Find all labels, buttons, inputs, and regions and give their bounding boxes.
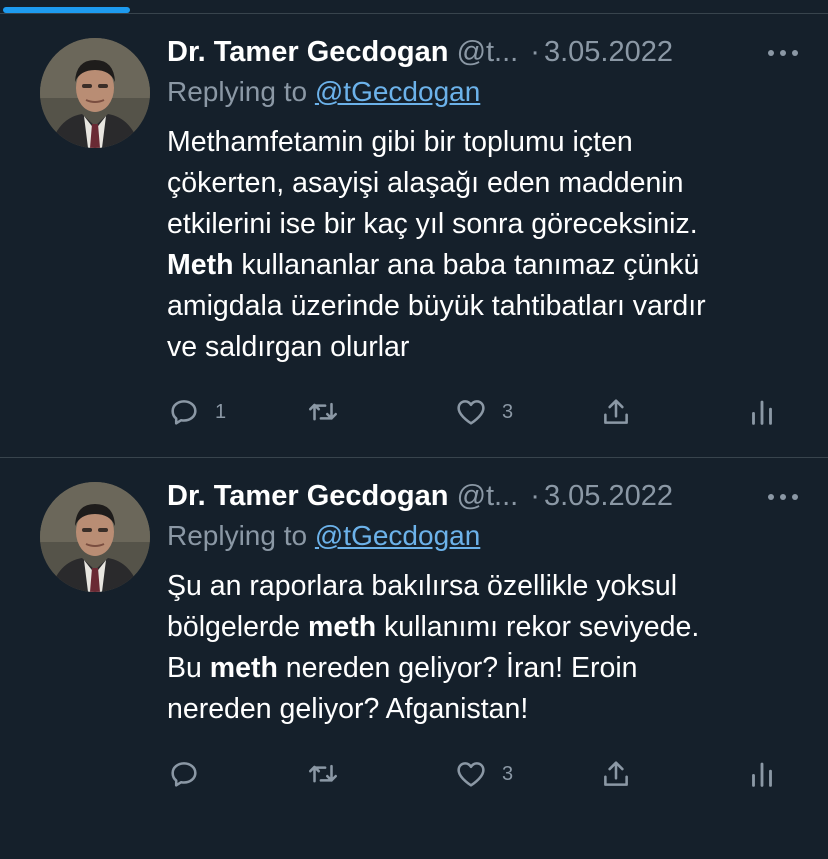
tweet-text-segment: kullananlar ana baba tanımaz çünkü amigd… [167, 249, 706, 363]
replying-to-mention[interactable]: @tGecdogan [315, 76, 480, 107]
tweet-text-bold: meth [209, 652, 278, 684]
replying-to-mention[interactable]: @tGecdogan [315, 520, 480, 551]
replying-to-label: Replying to [167, 76, 308, 107]
share-button[interactable] [599, 754, 633, 794]
author-handle[interactable]: @t... [457, 36, 519, 68]
more-icon[interactable] [764, 30, 804, 74]
author-handle[interactable]: @t... [457, 480, 519, 512]
author-name[interactable]: Dr. Tamer Gecdogan [167, 36, 449, 68]
more-icon[interactable] [764, 474, 804, 518]
tweet-date[interactable]: 3.05.2022 [544, 36, 673, 68]
share-icon [604, 761, 628, 786]
retweet-button[interactable] [305, 392, 355, 432]
retweet-button[interactable] [305, 754, 355, 794]
retweet-icon [308, 764, 338, 783]
tweet-date[interactable]: 3.05.2022 [544, 480, 673, 512]
tweet-actions: 1 3 [167, 392, 788, 432]
retweet-icon [308, 402, 338, 421]
replying-to-label: Replying to [167, 520, 308, 551]
header-separator: · [530, 36, 540, 68]
tweet-header: Dr. Tamer Gecdogan @t... · 3.05.2022 [167, 30, 806, 74]
tweet-text-bold: meth [308, 611, 377, 643]
replying-to: Replying to @tGecdogan [167, 516, 806, 556]
reply-count: 1 [215, 400, 227, 423]
like-icon [457, 762, 485, 787]
tweet-actions: 3 [167, 754, 788, 794]
header-separator: · [530, 480, 540, 512]
analytics-icon [752, 400, 772, 425]
replying-to: Replying to @tGecdogan [167, 72, 806, 112]
author-name[interactable]: Dr. Tamer Gecdogan [167, 480, 449, 512]
tweet-content: Dr. Tamer Gecdogan @t... · 3.05.2022 Repl… [167, 30, 806, 368]
analytics-button[interactable] [745, 754, 779, 794]
tweet[interactable]: Dr. Tamer Gecdogan @t... · 3.05.2022 Repl… [0, 14, 828, 457]
like-count: 3 [502, 762, 514, 785]
avatar[interactable] [40, 482, 150, 592]
like-button[interactable]: 3 [454, 392, 513, 432]
tweet-text-segment: Methamfetamin gibi bir toplumu içten çök… [167, 126, 698, 240]
avatar[interactable] [40, 38, 150, 148]
share-button[interactable] [599, 392, 633, 432]
tweet-header: Dr. Tamer Gecdogan @t... · 3.05.2022 [167, 474, 806, 518]
tweet-text: Methamfetamin gibi bir toplumu içten çök… [167, 122, 806, 368]
tweet[interactable]: Dr. Tamer Gecdogan @t... · 3.05.2022 Repl… [0, 458, 828, 859]
reply-icon [171, 400, 197, 425]
reply-button[interactable]: 1 [167, 392, 226, 432]
reply-icon [171, 762, 197, 787]
like-count: 3 [502, 400, 514, 423]
analytics-icon [752, 762, 772, 787]
like-button[interactable]: 3 [454, 754, 513, 794]
analytics-button[interactable] [745, 392, 779, 432]
reply-button[interactable] [167, 754, 215, 794]
share-icon [604, 399, 628, 424]
like-icon [457, 400, 485, 425]
tweet-content: Dr. Tamer Gecdogan @t... · 3.05.2022 Repl… [167, 474, 806, 730]
tweet-text: Şu an raporlara bakılırsa özellikle yoks… [167, 566, 806, 730]
tweet-text-bold: Meth [167, 249, 234, 281]
